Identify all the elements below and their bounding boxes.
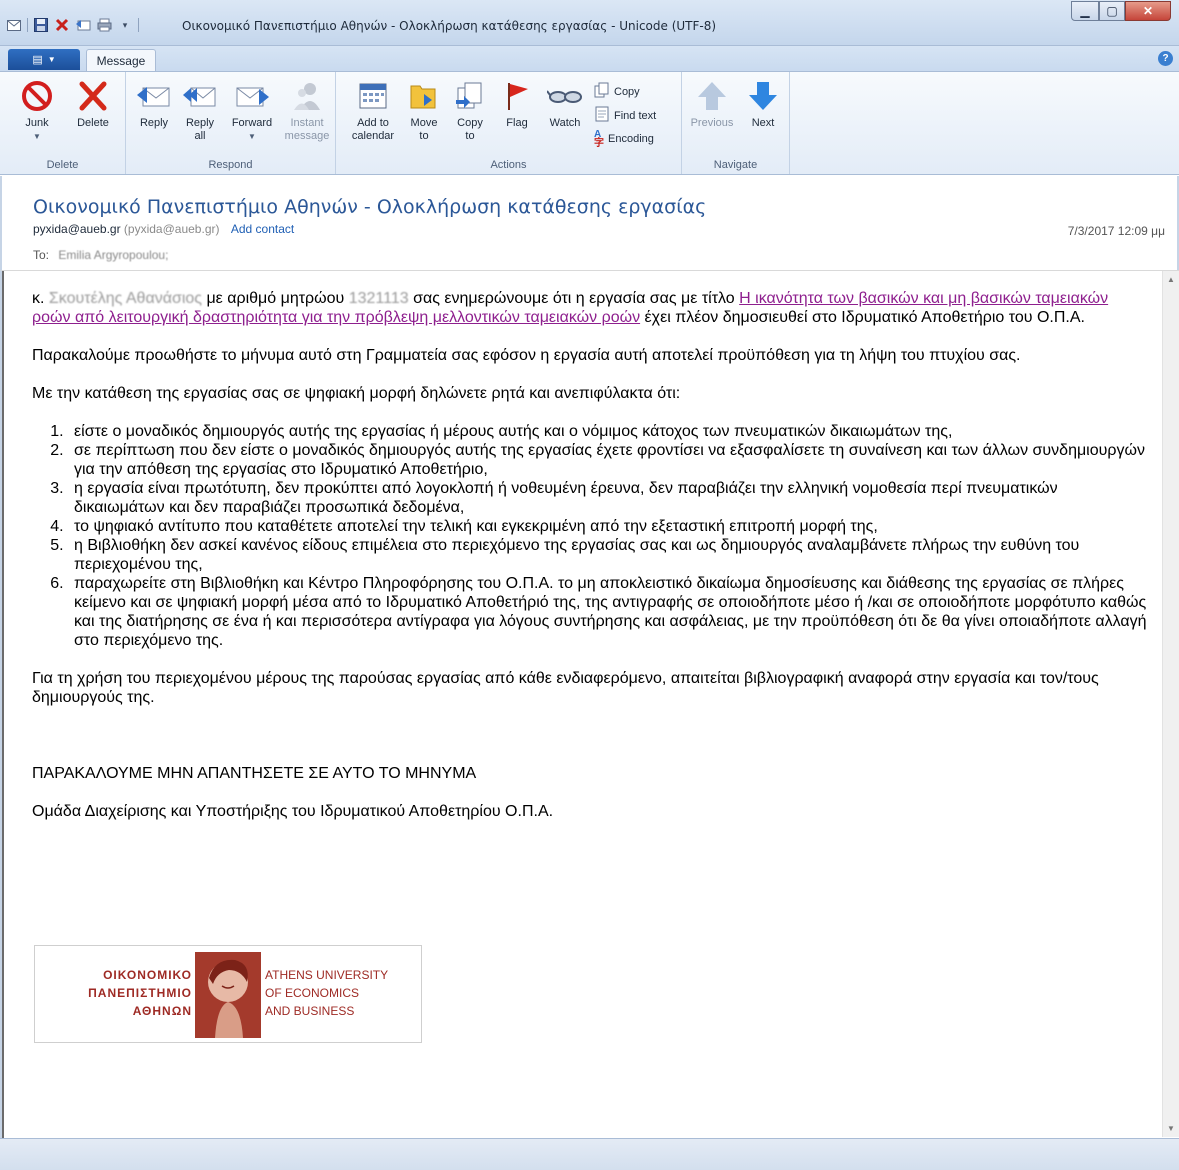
delete-group-label: Delete [46,159,79,171]
copy-icon [594,82,610,101]
actions-group: Add to calendar Move to Copy to Flag Wat… [336,72,682,174]
arrow-down-icon [745,78,781,114]
title-bar: ▾ Οικονομικό Πανεπιστήμιο Αθηνών - Ολοκλ… [0,0,1179,46]
window-title: Οικονομικό Πανεπιστήμιο Αθηνών - Ολοκλήρ… [182,19,717,33]
forward-instruction: Παρακαλούμε προωθήστε το μήνυμα αυτό στη… [32,347,1021,364]
previous-button[interactable]: Previous [686,78,738,130]
student-name: Σκουτέλης Αθανάσιος [48,290,202,307]
move-folder-icon [406,78,442,114]
chevron-down-icon: ▼ [33,132,41,141]
recipient-name[interactable]: Emilia Argyropoulou; [58,248,168,262]
copy-to-button[interactable]: Copy to [450,78,490,143]
scroll-down-icon[interactable]: ▼ [1163,1120,1179,1137]
signature: Ομάδα Διαχείρισης και Υποστήριξης του Ιδ… [32,803,554,820]
respond-group-label: Respond [208,159,253,171]
add-contact-link[interactable]: Add contact [231,222,294,236]
menu-icon: ▤ [32,54,43,66]
respond-group: Reply Reply all Forward ▼ Instant messag… [126,72,336,174]
received-date: 7/3/2017 12:09 μμ [1067,224,1165,238]
chevron-down-icon: ▼ [47,55,56,64]
actions-group-label: Actions [490,159,527,171]
watch-button[interactable]: Watch [542,78,588,130]
move-to-button[interactable]: Move to [404,78,444,143]
delete-x-icon [75,78,111,114]
help-icon[interactable]: ? [1158,51,1173,66]
list-item: η εργασία είναι πρωτότυπη, δεν προκύπτει… [68,479,1147,517]
reply-all-icon [182,78,218,114]
maximize-button[interactable]: ▢ [1099,1,1125,21]
chevron-down-icon: ▼ [248,132,256,141]
sender-email-paren: (pyxida@aueb.gr) [123,222,220,236]
flag-icon [499,78,535,114]
customize-qat-icon[interactable]: ▾ [117,17,133,33]
list-item: το ψηφιακό αντίτυπο που καταθέτετε αποτε… [68,517,1147,536]
list-item: η Βιβλιοθήκη δεν ασκεί κανένος είδους επ… [68,536,1147,574]
reply-all-button[interactable]: Reply all [178,78,222,143]
next-button[interactable]: Next [742,78,784,130]
forward-icon [234,78,270,114]
navigate-group-label: Navigate [713,159,758,171]
encoding-icon: A字 [594,129,604,149]
navigate-group: Previous Next Navigate [682,72,790,174]
file-menu-button[interactable]: ▤ ▼ [8,49,80,70]
reply-button[interactable]: Reply [132,78,176,130]
ribbon: Junk ▼ Delete Delete Reply Reply all For… [0,71,1179,175]
citation-note: Για τη χρήση του περιεχομένου μέρους της… [32,670,1099,706]
list-item: είστε ο μοναδικός δημιουργός αυτής της ε… [68,422,1147,441]
arrow-up-icon [694,78,730,114]
declaration-intro: Με την κατάθεση της εργασίας σας σε ψηφι… [32,385,681,402]
to-label: To: [33,248,50,262]
add-to-calendar-button[interactable]: Add to calendar [344,78,402,143]
glasses-icon [547,78,583,114]
list-item: σε περίπτωση που δεν είστε ο μοναδικός δ… [68,441,1147,479]
message-subject: Οικονομικό Πανεπιστήμιο Αθηνών - Ολοκλήρ… [33,196,707,218]
encoding-button[interactable]: A字 Encoding [594,129,654,149]
document-icon [594,106,610,125]
scroll-up-icon[interactable]: ▲ [1163,271,1179,288]
calendar-icon [355,78,391,114]
sender-line: pyxida@aueb.gr (pyxida@aueb.gr) Add cont… [33,222,294,236]
copy-button[interactable]: Copy [594,82,640,101]
reply-icon[interactable] [75,17,91,33]
vertical-scrollbar[interactable]: ▲ ▼ [1162,271,1179,1137]
person-icon [289,78,325,114]
copy-to-icon [452,78,488,114]
junk-icon [19,78,55,114]
logo-greek-text: ΟΙΚΟΝΟΜΙΚΟ ΠΑΝΕΠΙΣΤΗΜΙΟ ΑΘΗΝΩΝ [88,968,192,1018]
junk-button[interactable]: Junk ▼ [12,78,62,143]
forward-button[interactable]: Forward ▼ [226,78,278,143]
no-reply-notice: ΠΑΡΑΚΑΛΟΥΜΕ ΜΗΝ ΑΠΑΝΤΗΣΕΤΕ ΣΕ ΑΥΤΟ ΤΟ ΜΗ… [32,765,477,782]
ribbon-tab-row: ▤ ▼ Message ? [0,46,1179,72]
sender-email[interactable]: pyxida@aueb.gr [33,222,121,236]
print-icon[interactable] [96,17,112,33]
recipient-line: To: Emilia Argyropoulou; [33,248,168,262]
flag-button[interactable]: Flag [498,78,536,130]
delete-group: Junk ▼ Delete Delete [0,72,126,174]
save-icon[interactable] [33,17,49,33]
declaration-list: είστε ο μοναδικός δημιουργός αυτής της ε… [32,422,1147,650]
find-text-button[interactable]: Find text [594,106,656,125]
university-logo: ΟΙΚΟΝΟΜΙΚΟ ΠΑΝΕΠΙΣΤΗΜΙΟ ΑΘΗΝΩΝ ATHENS UN… [34,945,422,1043]
minimize-button[interactable]: ▁ [1071,1,1099,21]
logo-english-text: ATHENS UNIVERSITY OF ECONOMICS AND BUSIN… [265,968,389,1018]
envelope-icon [6,17,22,33]
tab-message[interactable]: Message [86,49,156,72]
delete-button[interactable]: Delete [68,78,118,130]
status-bar [0,1138,1179,1170]
quick-access-toolbar: ▾ [6,17,139,33]
close-button[interactable]: ✕ [1125,1,1171,21]
message-body: κ. Σκουτέλης Αθανάσιος με αριθμό μητρώου… [0,270,1179,1138]
list-item: παραχωρείτε στη Βιβλιοθήκη και Κέντρο Πλ… [68,574,1147,650]
instant-message-button[interactable]: Instant message [282,78,332,143]
intro-paragraph: κ. Σκουτέλης Αθανάσιος με αριθμό μητρώου… [32,290,1109,326]
delete-icon[interactable] [54,17,70,33]
window-controls: ▁ ▢ ✕ [1071,1,1171,21]
student-id: 1321113 [348,290,409,307]
message-header: Οικονομικό Πανεπιστήμιο Αθηνών - Ολοκλήρ… [0,176,1179,270]
message-content: κ. Σκουτέλης Αθανάσιος με αριθμό μητρώου… [32,289,1147,840]
bust-icon [195,952,261,1038]
reply-icon [136,78,172,114]
